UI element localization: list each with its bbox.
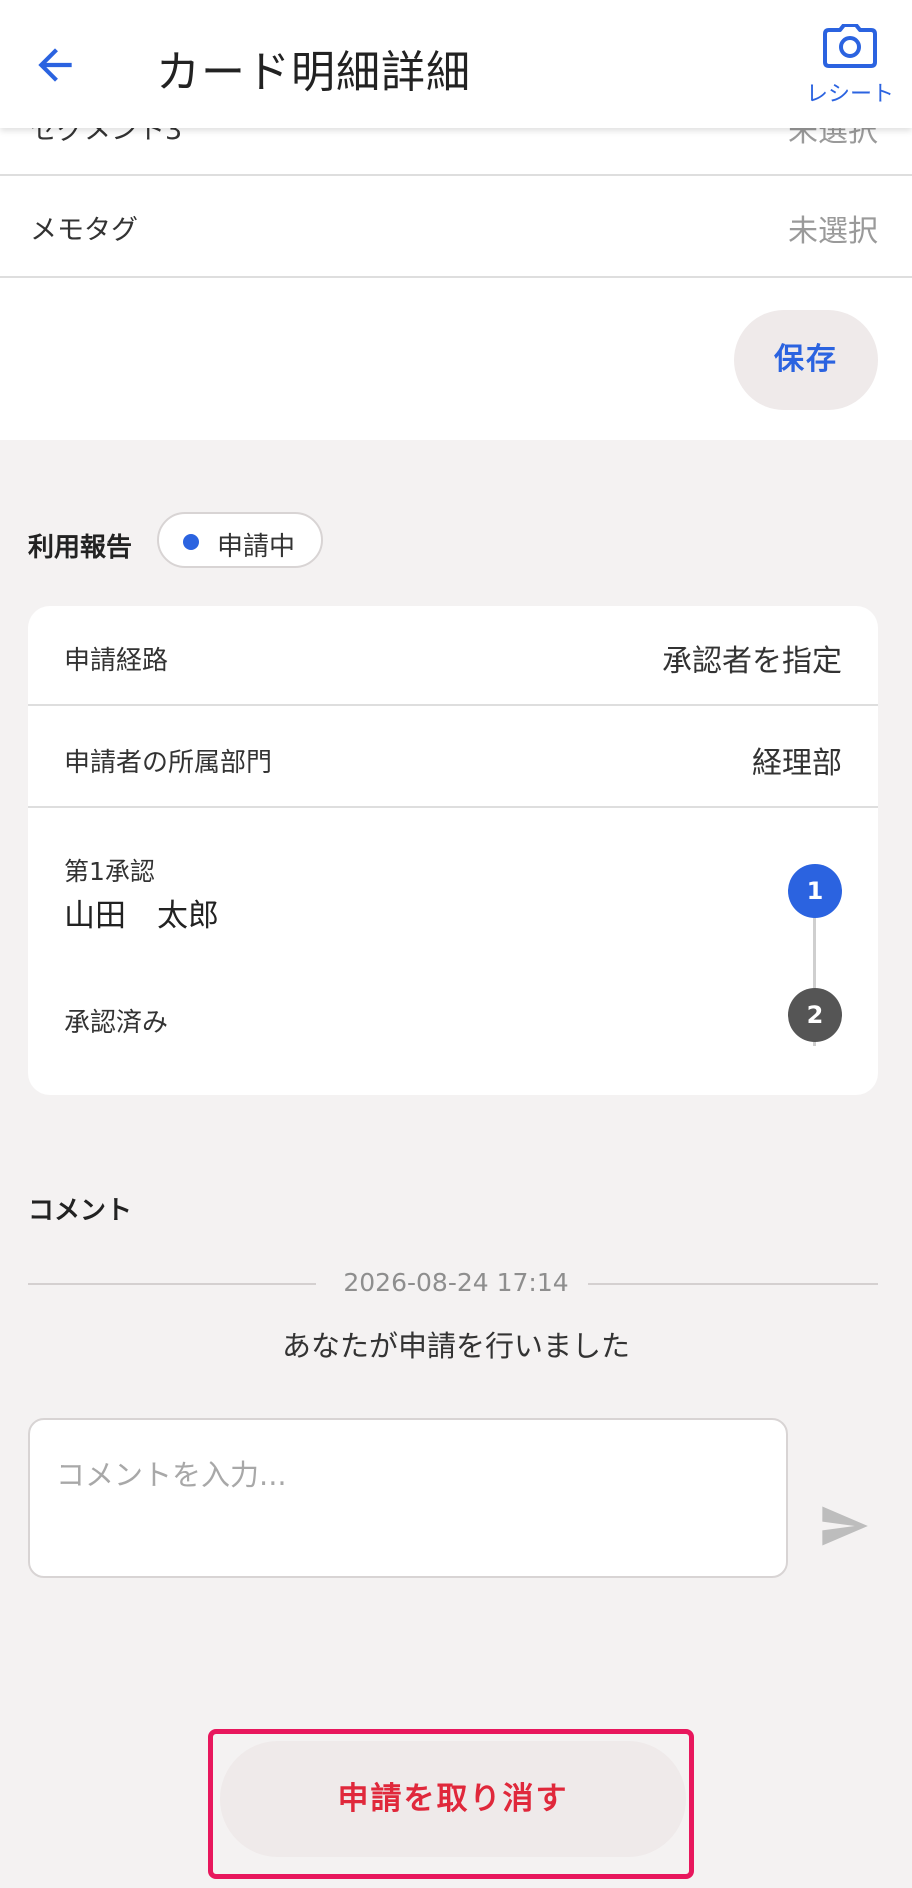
divider <box>28 806 878 808</box>
first-approval-label: 第1承認 <box>64 857 155 886</box>
card-detail-screen: セグメント3 未選択 メモタグ 未選択 保存 カード明細詳細 レシート 利用報告 <box>0 0 912 1888</box>
divider <box>28 704 878 706</box>
step-1-badge: 1 <box>788 864 842 918</box>
app-header: カード明細詳細 レシート <box>0 0 912 128</box>
receipt-button[interactable]: レシート <box>804 24 896 114</box>
send-icon <box>822 1506 868 1546</box>
first-approver-name: 山田 太郎 <box>64 898 219 934</box>
back-button[interactable] <box>30 40 80 90</box>
usage-report-heading: 利用報告 <box>28 533 133 563</box>
status-dot-icon <box>183 534 199 550</box>
comment-input[interactable] <box>28 1418 788 1578</box>
arrow-left-icon <box>38 48 72 82</box>
comment-heading: コメント <box>28 1196 133 1226</box>
memo-tag-label: メモタグ <box>30 215 138 246</box>
timestamp-line-right <box>588 1283 878 1285</box>
send-button[interactable] <box>816 1500 872 1552</box>
page-title: カード明細詳細 <box>156 47 471 98</box>
comment-message: あなたが申請を行いました <box>281 1329 630 1363</box>
memo-tag-value: 未選択 <box>788 214 878 249</box>
department-label: 申請者の所属部門 <box>64 748 273 778</box>
camera-icon <box>823 24 877 68</box>
step-2-badge: 2 <box>788 988 842 1042</box>
approval-card: 申請経路 承認者を指定 申請者の所属部門 経理部 第1承認 山田 太郎 1 承認… <box>28 606 878 1095</box>
receipt-label: レシート <box>805 82 894 107</box>
department-value: 経理部 <box>752 746 842 781</box>
route-label: 申請経路 <box>64 646 169 676</box>
memo-tag-row[interactable]: メモタグ 未選択 <box>0 176 912 276</box>
cancel-application-button[interactable]: 申請を取り消す <box>220 1741 686 1857</box>
divider <box>0 276 912 278</box>
status-text: 申請中 <box>217 532 296 562</box>
status-badge: 申請中 <box>157 512 323 568</box>
route-value: 承認者を指定 <box>662 644 842 679</box>
save-button[interactable]: 保存 <box>734 310 878 410</box>
approved-label: 承認済み <box>64 1008 169 1038</box>
timestamp-line-left <box>28 1283 316 1285</box>
comment-timestamp: 2026-08-24 17:14 <box>343 1268 569 1297</box>
